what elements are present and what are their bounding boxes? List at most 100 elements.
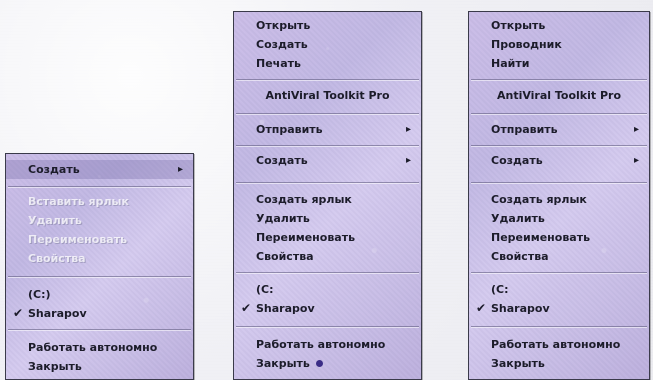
menu-item-send-to[interactable]: Отправить ▸ bbox=[234, 120, 421, 139]
menu-item-close[interactable]: Закрыть bbox=[234, 354, 421, 373]
menu-item-label: Создать ярлык bbox=[256, 193, 352, 206]
menu-separator bbox=[471, 145, 647, 147]
menu-item-explorer[interactable]: Проводник bbox=[469, 35, 649, 54]
menu-item-label: Переименовать bbox=[256, 231, 356, 244]
menu-item-label: Работать автономно bbox=[491, 338, 621, 351]
menu-item-label: Свойства bbox=[491, 250, 549, 263]
menu-item-label: Sharapov bbox=[491, 302, 550, 315]
menu-item-close[interactable]: Закрыть bbox=[469, 354, 649, 373]
menu-separator bbox=[471, 182, 647, 184]
menu-item-label: Отправить bbox=[256, 123, 323, 136]
menu-separator bbox=[471, 113, 647, 115]
context-menu-middle: Открыть Создать Печать AntiViral Toolkit… bbox=[233, 11, 422, 380]
menu-item-label: Проводник bbox=[491, 38, 562, 51]
menu-item-label: (C:) bbox=[28, 288, 51, 301]
menu-item-properties[interactable]: Свойства bbox=[234, 247, 421, 266]
menu-item-find[interactable]: Найти bbox=[469, 54, 649, 73]
menu-item-create[interactable]: Создать ▸ bbox=[234, 151, 421, 170]
menu-item-label: Создать bbox=[256, 38, 308, 51]
menu-item-drive-c[interactable]: (C: bbox=[234, 280, 421, 299]
menu-item-label: Sharapov bbox=[256, 302, 315, 315]
menu-item-work-offline[interactable]: Работать автономно bbox=[469, 335, 649, 354]
menu-item-label: Закрыть bbox=[28, 360, 82, 373]
check-icon: ✔ bbox=[13, 306, 24, 320]
menu-item-label: Печать bbox=[256, 57, 301, 70]
menu-item-open[interactable]: Открыть bbox=[234, 16, 421, 35]
menu-separator bbox=[236, 272, 419, 274]
menu-item-label: Свойства bbox=[256, 250, 314, 263]
menu-item-label: Свойства bbox=[28, 252, 86, 265]
menu-item-create-shortcut[interactable]: Создать ярлык bbox=[469, 190, 649, 209]
menu-separator bbox=[236, 326, 419, 328]
arrow-right-icon: ▸ bbox=[177, 164, 183, 175]
menu-separator bbox=[471, 272, 647, 274]
menu-separator bbox=[8, 329, 191, 331]
menu-item-send-to[interactable]: Отправить ▸ bbox=[469, 120, 649, 139]
menu-item-new[interactable]: Создать bbox=[234, 35, 421, 54]
menu-item-label: Вставить ярлык bbox=[28, 195, 129, 208]
check-icon: ✔ bbox=[241, 301, 252, 315]
screenshot-collage: Создать ▸ Вставить ярлык Удалить Переиме… bbox=[0, 0, 653, 380]
menu-item-label: Закрыть bbox=[256, 357, 310, 370]
arrow-right-icon: ▸ bbox=[405, 124, 411, 135]
menu-item-delete: Удалить bbox=[6, 211, 193, 230]
menu-separator bbox=[236, 145, 419, 147]
menu-item-label: Закрыть bbox=[491, 357, 545, 370]
menu-separator bbox=[471, 79, 647, 81]
menu-item-label: (C: bbox=[491, 283, 509, 296]
menu-item-paste-shortcut: Вставить ярлык bbox=[6, 192, 193, 211]
menu-item-label: Создать ярлык bbox=[491, 193, 587, 206]
menu-item-antiviral[interactable]: AntiViral Toolkit Pro bbox=[469, 86, 649, 105]
menu-item-sharapov[interactable]: ✔ Sharapov bbox=[234, 299, 421, 318]
menu-item-label: Переименовать bbox=[491, 231, 591, 244]
menu-item-close[interactable]: Закрыть bbox=[6, 357, 193, 376]
menu-item-properties: Свойства bbox=[6, 249, 193, 268]
menu-item-work-offline[interactable]: Работать автономно bbox=[6, 338, 193, 357]
menu-item-label: (C: bbox=[256, 283, 274, 296]
cursor-dot-icon bbox=[315, 359, 323, 367]
menu-item-label: Открыть bbox=[256, 19, 311, 32]
menu-item-label: Удалить bbox=[491, 212, 545, 225]
menu-item-label: Удалить bbox=[28, 214, 82, 227]
menu-item-open[interactable]: Открыть bbox=[469, 16, 649, 35]
menu-item-rename: Переименовать bbox=[6, 230, 193, 249]
context-menu-left: Создать ▸ Вставить ярлык Удалить Переиме… bbox=[5, 153, 194, 380]
menu-item-delete[interactable]: Удалить bbox=[234, 209, 421, 228]
menu-item-create-shortcut[interactable]: Создать ярлык bbox=[234, 190, 421, 209]
menu-item-sharapov[interactable]: ✔ Sharapov bbox=[6, 304, 193, 323]
menu-separator bbox=[8, 186, 191, 188]
menu-item-create[interactable]: Создать ▸ bbox=[6, 160, 193, 179]
menu-separator bbox=[236, 182, 419, 184]
menu-separator bbox=[236, 79, 419, 81]
menu-item-label: Переименовать bbox=[28, 233, 128, 246]
context-menu-right: Открыть Проводник Найти AntiViral Toolki… bbox=[468, 11, 650, 380]
menu-item-drive-c[interactable]: (C: bbox=[469, 280, 649, 299]
menu-item-print[interactable]: Печать bbox=[234, 54, 421, 73]
menu-item-label: Найти bbox=[491, 57, 530, 70]
arrow-right-icon: ▸ bbox=[633, 155, 639, 166]
menu-item-label: AntiViral Toolkit Pro bbox=[265, 89, 390, 102]
menu-item-label: Создать bbox=[256, 154, 308, 167]
menu-item-rename[interactable]: Переименовать bbox=[469, 228, 649, 247]
menu-item-antiviral[interactable]: AntiViral Toolkit Pro bbox=[234, 86, 421, 105]
menu-item-work-offline[interactable]: Работать автономно bbox=[234, 335, 421, 354]
menu-item-label: Sharapov bbox=[28, 307, 87, 320]
menu-item-delete[interactable]: Удалить bbox=[469, 209, 649, 228]
menu-item-label: Создать bbox=[28, 163, 80, 176]
menu-item-label: AntiViral Toolkit Pro bbox=[496, 89, 622, 102]
menu-separator bbox=[471, 326, 647, 328]
menu-item-label: Отправить bbox=[491, 123, 558, 136]
menu-item-rename[interactable]: Переименовать bbox=[234, 228, 421, 247]
menu-item-label: Создать bbox=[491, 154, 543, 167]
menu-separator bbox=[8, 276, 191, 278]
arrow-right-icon: ▸ bbox=[633, 124, 639, 135]
menu-item-label: Работать автономно bbox=[28, 341, 158, 354]
menu-item-properties[interactable]: Свойства bbox=[469, 247, 649, 266]
menu-item-label: Работать автономно bbox=[256, 338, 386, 351]
menu-separator bbox=[236, 113, 419, 115]
check-icon: ✔ bbox=[476, 301, 487, 315]
menu-item-sharapov[interactable]: ✔ Sharapov bbox=[469, 299, 649, 318]
menu-item-create[interactable]: Создать ▸ bbox=[469, 151, 649, 170]
menu-item-drive-c[interactable]: (C:) bbox=[6, 285, 193, 304]
menu-item-label: Удалить bbox=[256, 212, 310, 225]
